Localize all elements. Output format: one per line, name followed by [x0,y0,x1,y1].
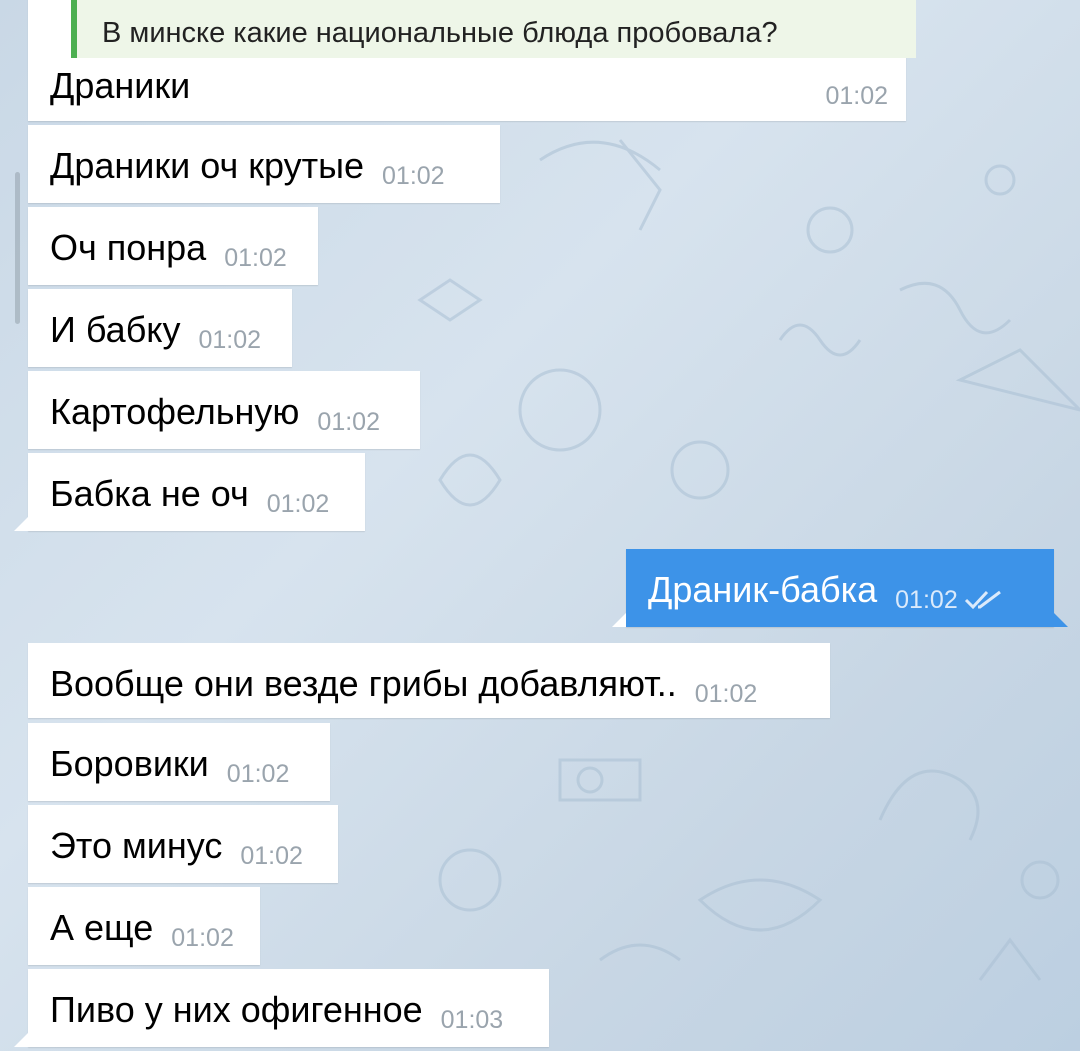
message-text: Картофельную [50,391,300,432]
message-text: Бабка не оч [50,473,249,514]
message-bubble[interactable]: Оч понра 01:02 [28,207,318,285]
message-text: Вообще они везде грибы добавляют.. [50,663,677,704]
message-text: Это минус [50,825,223,866]
message-bubble[interactable]: А еще 01:02 [28,887,260,965]
message-text: Пиво у них офигенное [50,989,423,1030]
message-time: 01:02 [382,162,445,190]
message-bubble[interactable]: Картофельную 01:02 [28,371,420,449]
message-time: 01:02 [226,760,290,788]
message-time: 01:02 [317,408,380,436]
message-time: 01:02 [825,82,888,110]
message-bubble[interactable]: Бабка не оч 01:02 [14,453,365,531]
message-text: Боровики [50,743,209,784]
message-bubble[interactable]: И бабку 01:02 [28,289,292,367]
message-text: А еще [50,907,154,948]
message-text: Драники оч крутые [50,145,365,186]
message-bubble[interactable]: Боровики 01:02 [28,723,330,801]
message-text: Драник-бабка [648,569,878,610]
message-text: И бабку [50,309,181,350]
message-bubble-reply[interactable]: В минске какие национальные блюда пробов… [28,0,916,121]
read-double-check-icon [964,577,1004,619]
message-time: 01:02 [266,490,330,518]
message-bubble[interactable]: Пиво у них офигенное 01:03 [14,969,549,1047]
message-text: Оч понра [50,227,207,268]
message-time: 01:03 [440,1006,504,1034]
message-time: 01:02 [240,842,303,870]
message-text: Драники [50,65,191,106]
message-time: 01:02 [694,680,758,708]
message-bubble[interactable]: Драники оч крутые 01:02 [28,125,500,203]
message-time: 01:02 [895,586,958,614]
outgoing-message-bubble[interactable]: Драник-бабка 01:02 [612,549,1068,627]
message-time: 01:02 [171,924,234,952]
message-time: 01:02 [198,326,262,354]
chat-scrollbar[interactable] [15,172,20,324]
message-time: 01:02 [224,244,287,272]
reply-quote[interactable]: В минске какие национальные блюда пробов… [71,0,916,58]
message-bubble[interactable]: Вообще они везде грибы добавляют.. 01:02 [28,643,830,718]
reply-quote-text: В минске какие национальные блюда пробов… [102,17,778,49]
message-bubble[interactable]: Это минус 01:02 [28,805,338,883]
